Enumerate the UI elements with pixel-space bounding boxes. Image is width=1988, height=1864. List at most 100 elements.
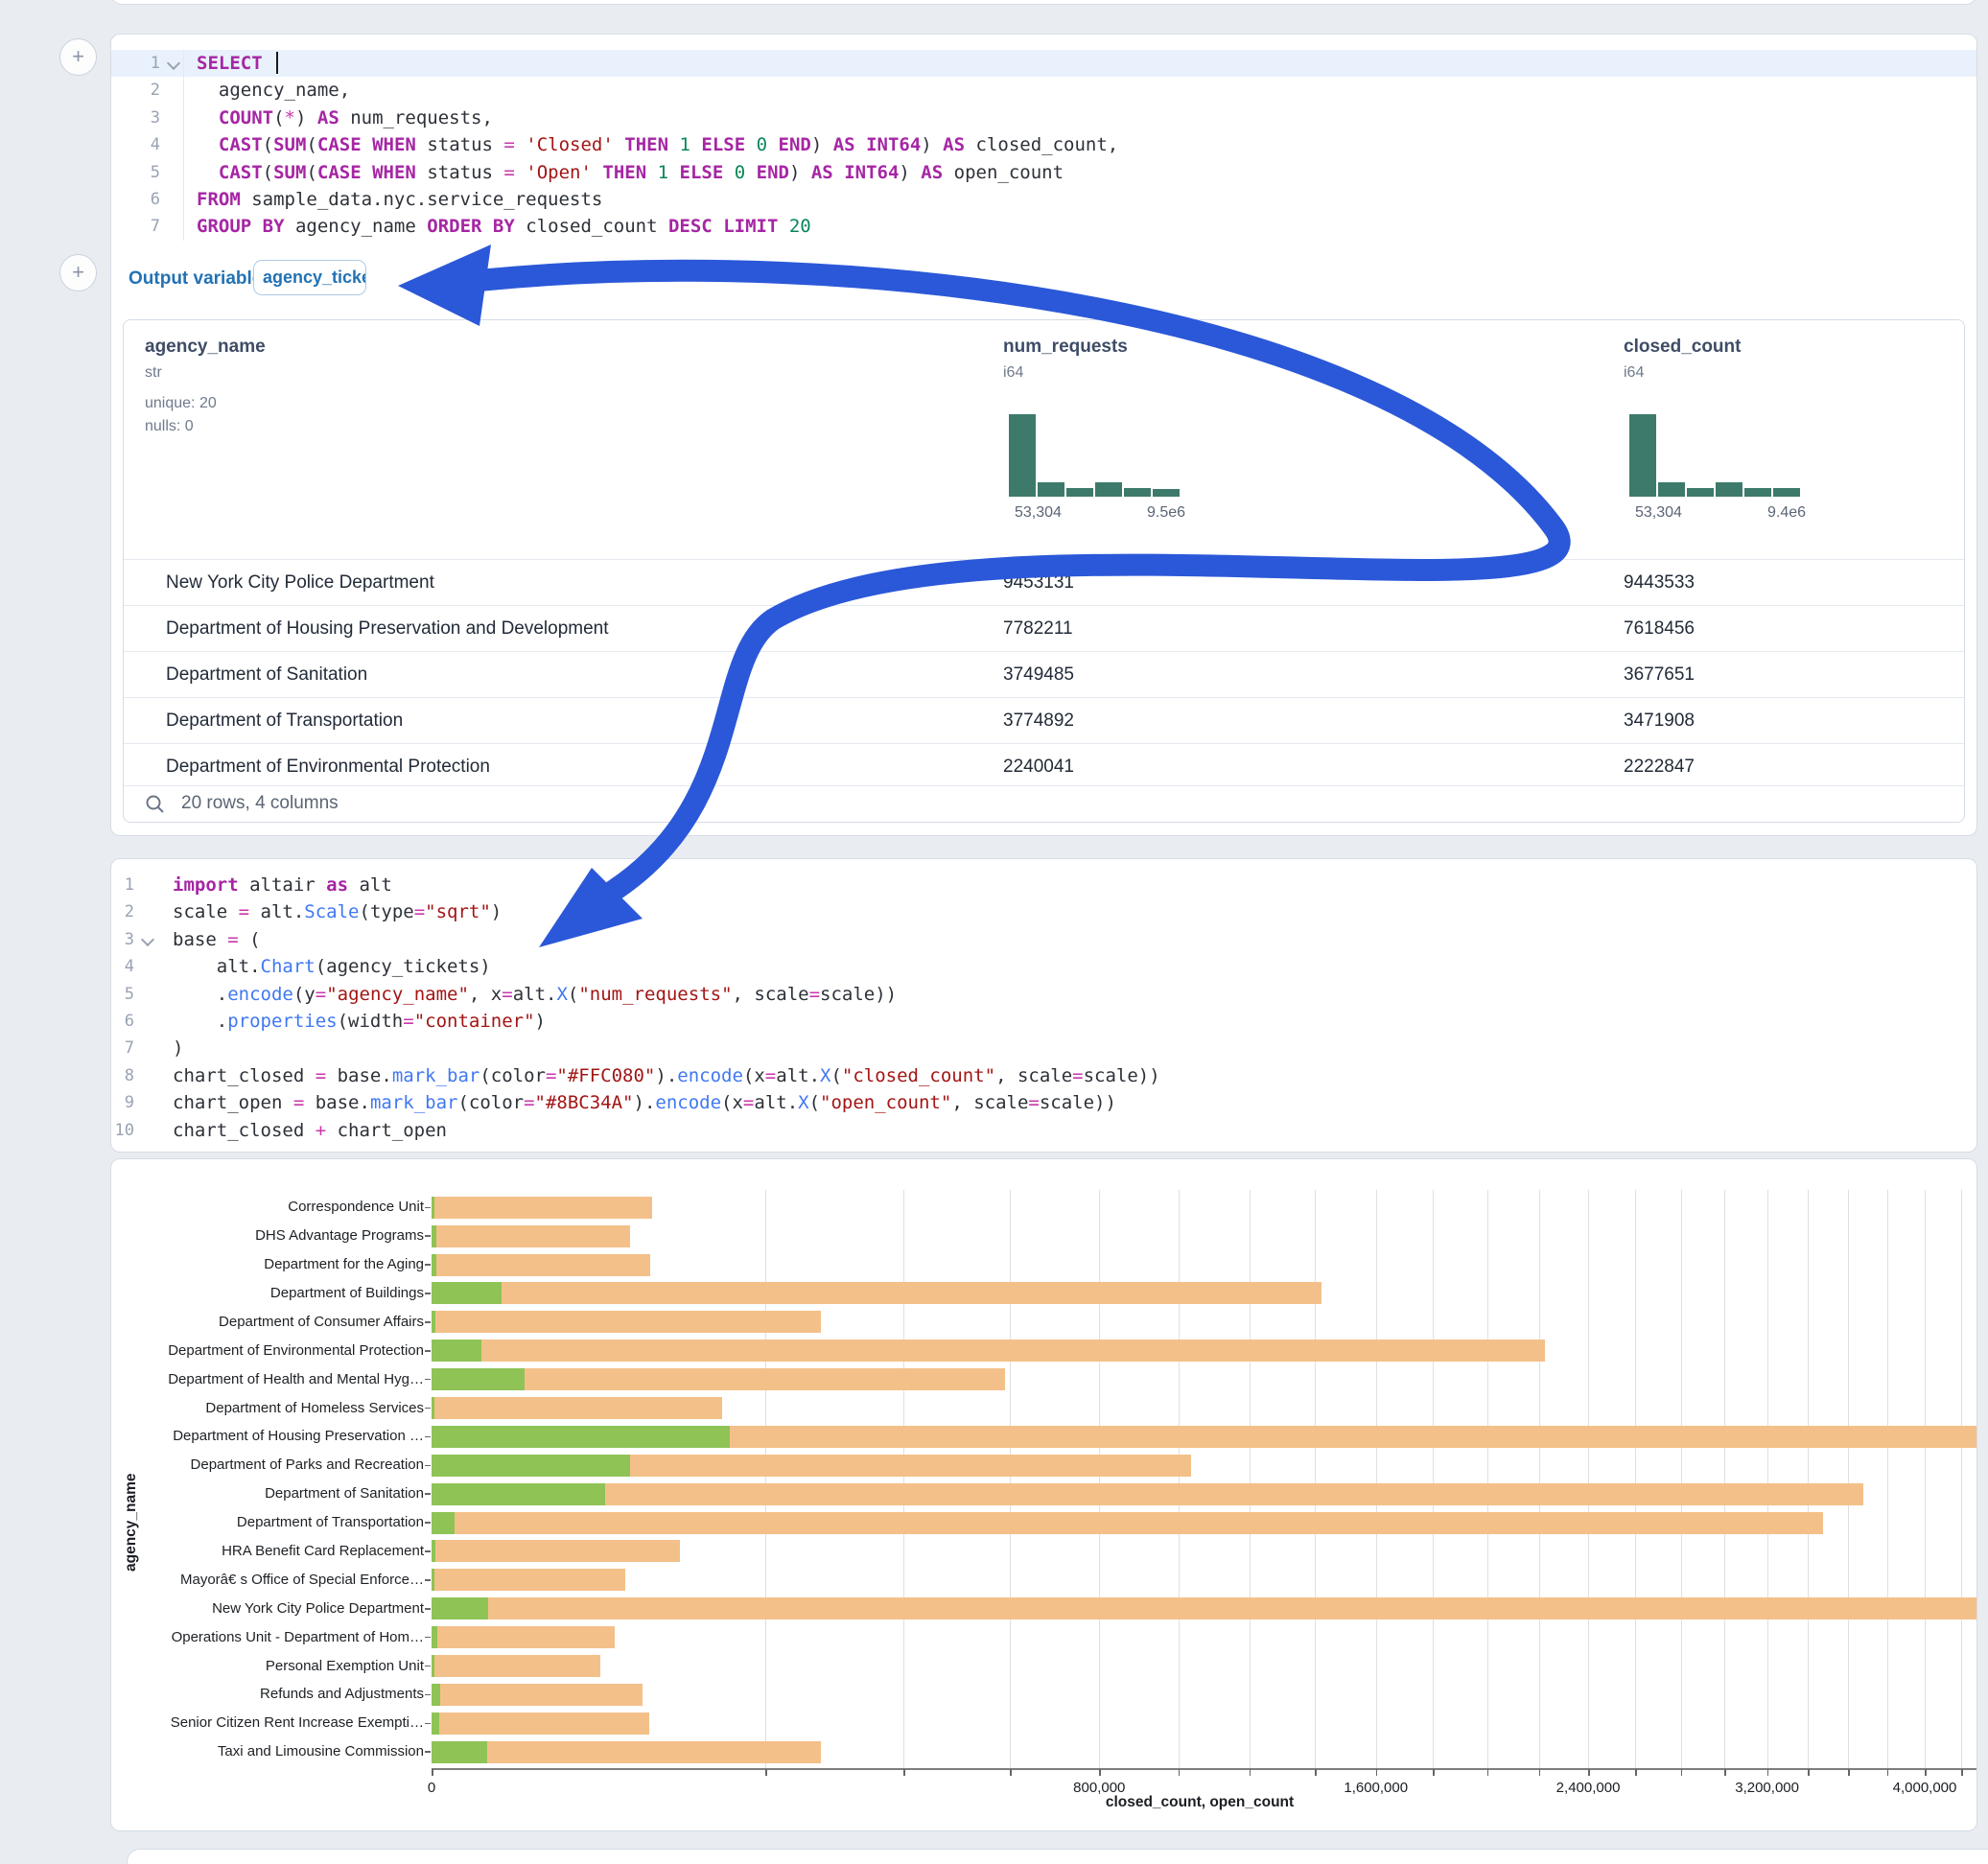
gridline [1433,1190,1434,1768]
x-axis-tick-label: 1,600,000 [1344,1780,1408,1796]
y-axis-label: New York City Police Department [111,1600,424,1617]
add-cell-button-middle[interactable]: + [59,254,97,291]
histogram-max-label: 9.4e6 [1767,504,1806,522]
sql-line-4[interactable]: 4 CAST(SUM(CASE WHEN status = 'Closed' T… [111,131,1976,158]
gridline [1010,1190,1011,1768]
gutter [140,1035,157,1061]
gutter [166,50,183,77]
column-type: i64 [1624,364,1741,382]
bar-open_count [432,1311,435,1333]
gridline [1588,1190,1589,1768]
python-line-9[interactable]: 9chart_open = base.mark_bar(color="#8BC3… [111,1089,1976,1116]
histogram-bar [1744,488,1771,497]
bar-open_count [432,1426,730,1448]
cell-agency-name: New York City Police Department [166,572,434,594]
python-line-5[interactable]: 5 .encode(y="agency_name", x=alt.X("num_… [111,981,1976,1008]
x-axis-tick [1487,1769,1489,1776]
y-axis-label: HRA Benefit Card Replacement [111,1543,424,1559]
sql-code-editor[interactable]: 1SELECT 2 agency_name,3 COUNT(*) AS num_… [111,50,1976,241]
histogram-min-label: 53,304 [1635,504,1682,522]
bar-closed_count [432,1282,1321,1304]
chart-output-cell: Correspondence UnitDHS Advantage Program… [110,1158,1977,1831]
column-header-closed_count[interactable]: closed_count i64 [1624,337,1741,382]
gridline [1681,1190,1682,1768]
sql-line-1[interactable]: 1SELECT [111,50,1976,77]
python-code-editor[interactable]: 1import altair as alt2scale = alt.Scale(… [111,872,1976,1144]
x-axis-tick [1010,1769,1012,1776]
column-header-num_requests[interactable]: num_requestsi64 [1003,337,1128,382]
histogram-min-label: 53,304 [1015,504,1062,522]
cell-value: 3677651 [1624,664,1695,686]
gutter [140,1117,157,1144]
add-cell-button-top[interactable]: + [59,38,97,76]
sql-line-7[interactable]: 7GROUP BY agency_name ORDER BY closed_co… [111,213,1976,240]
x-axis-tick [1724,1769,1726,1776]
gutter [166,131,183,158]
table-row: New York City Police Department945313194… [124,559,1964,606]
code-text: alt.Chart(agency_tickets) [157,953,491,980]
bar-open_count [432,1340,481,1362]
y-axis-tick [425,1235,431,1237]
gridline [1539,1190,1540,1768]
python-line-6[interactable]: 6 .properties(width="container") [111,1008,1976,1035]
column-name: num_requests [1003,337,1128,358]
y-axis-label: Department of Buildings [111,1285,424,1301]
x-axis-tick-label: 2,400,000 [1556,1780,1621,1796]
gutter [140,1008,157,1035]
x-axis-tick [1433,1769,1435,1776]
gutter [166,186,183,213]
python-line-7[interactable]: 7) [111,1035,1976,1061]
search-icon[interactable] [145,794,166,815]
gridline [1376,1190,1377,1768]
histogram-num_requests [1009,412,1180,497]
output-variable-pill[interactable]: agency_tickets [253,260,366,295]
bar-open_count [432,1483,605,1505]
sql-line-6[interactable]: 6FROM sample_data.nyc.service_requests [111,186,1976,213]
x-axis-tick-label: 0 [428,1780,435,1796]
sql-line-2[interactable]: 2 agency_name, [111,77,1976,104]
python-line-10[interactable]: 10chart_closed + chart_open [111,1117,1976,1144]
line-number: 1 [111,872,140,898]
gridline [1808,1190,1809,1768]
python-line-3[interactable]: 3base = ( [111,926,1976,953]
line-number: 5 [111,981,140,1008]
y-axis-tick [425,1264,431,1266]
gridline [1179,1190,1180,1768]
cell-value: 2222847 [1624,757,1695,778]
python-line-1[interactable]: 1import altair as alt [111,872,1976,898]
column-name: agency_name [145,337,266,358]
gridline [1925,1190,1926,1768]
y-axis-label: Senior Citizen Rent Increase Exempti… [111,1714,424,1731]
python-line-2[interactable]: 2scale = alt.Scale(type="sqrt") [111,898,1976,925]
column-header-agency_name[interactable]: agency_namestr [145,337,266,382]
bar-closed_count [432,1713,649,1735]
x-axis-line [432,1768,1977,1770]
histogram-bar [1124,488,1151,497]
row-column-count: 20 rows, 4 columns [181,793,339,814]
y-axis-tick [425,1293,431,1294]
sql-line-5[interactable]: 5 CAST(SUM(CASE WHEN status = 'Open' THE… [111,159,1976,186]
fold-chevron-down-icon[interactable] [167,57,180,70]
gutter [140,926,157,953]
y-axis-label: Mayorâ€ s Office of Special Enforce… [111,1572,424,1588]
python-line-8[interactable]: 8chart_closed = base.mark_bar(color="#FF… [111,1062,1976,1089]
y-axis-tick [425,1465,431,1467]
code-text: CAST(SUM(CASE WHEN status = 'Closed' THE… [183,131,1118,158]
column-name: closed_count [1624,337,1741,358]
cell-value: 7618456 [1624,618,1695,640]
x-axis-tick-label: 3,200,000 [1735,1780,1799,1796]
y-axis-tick [425,1723,431,1725]
gridline [1961,1190,1962,1768]
bar-closed_count [432,1655,600,1677]
bar-open_count [432,1597,488,1619]
histogram-bar [1773,488,1800,497]
python-cell: 1import altair as alt2scale = alt.Scale(… [110,858,1977,1153]
fold-chevron-down-icon[interactable] [141,933,154,946]
histogram-bar [1687,488,1714,497]
gridline [765,1190,766,1768]
gridline [1767,1190,1768,1768]
python-line-4[interactable]: 4 alt.Chart(agency_tickets) [111,953,1976,980]
x-axis-tick-label: 4,000,000 [1893,1780,1957,1796]
x-axis-tick [1588,1769,1590,1776]
sql-line-3[interactable]: 3 COUNT(*) AS num_requests, [111,105,1976,131]
